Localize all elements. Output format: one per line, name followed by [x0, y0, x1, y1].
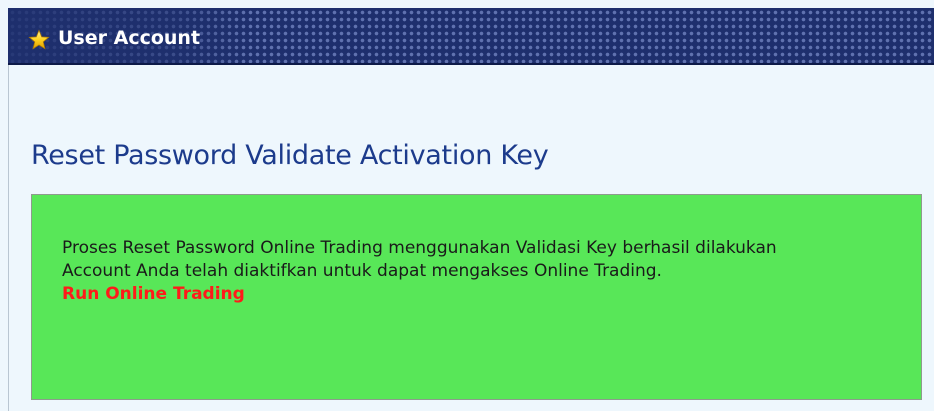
message-line-success: Proses Reset Password Online Trading men… [62, 238, 777, 258]
success-message-box: Proses Reset Password Online Trading men… [31, 194, 922, 400]
page-title: Reset Password Validate Activation Key [31, 140, 549, 171]
run-online-trading-link[interactable]: Run Online Trading [62, 283, 245, 306]
message-line-activated: Account Anda telah diaktifkan untuk dapa… [62, 261, 662, 281]
star-icon [28, 29, 50, 51]
section-header: User Account [8, 8, 934, 65]
content-left-border [8, 65, 9, 411]
header-title: User Account [58, 27, 201, 49]
page: User Account Reset Password Validate Act… [0, 0, 934, 411]
message-text: Proses Reset Password Online Trading men… [62, 237, 862, 306]
